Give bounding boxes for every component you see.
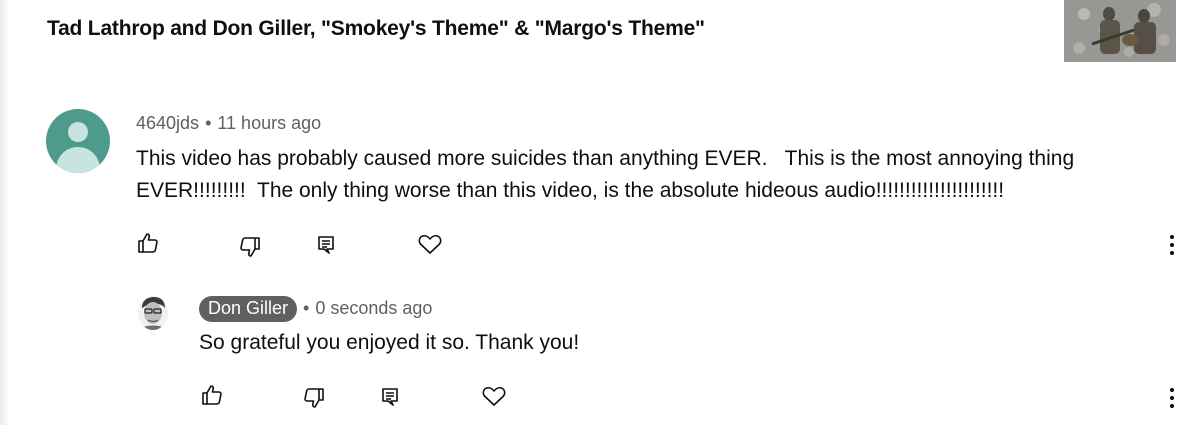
video-thumbnail[interactable] xyxy=(1064,0,1176,62)
reply-meta: Don Giller • 0 seconds ago xyxy=(199,296,432,322)
avatar-body-shape xyxy=(56,147,100,173)
video-header: Tad Lathrop and Don Giller, "Smokey's Th… xyxy=(0,0,1200,68)
dislike-button[interactable] xyxy=(236,233,264,261)
comment-timestamp[interactable]: 11 hours ago xyxy=(217,113,321,133)
more-vertical-icon-dot xyxy=(1170,235,1174,239)
thumbs-up-icon xyxy=(202,385,222,405)
meta-separator: • xyxy=(303,298,310,318)
heart-icon xyxy=(482,386,506,406)
reply-avatar[interactable] xyxy=(138,296,168,330)
more-vertical-icon-dot xyxy=(1170,396,1174,400)
thumbnail-image xyxy=(1064,0,1176,62)
reply-text: So grateful you enjoyed it so. Thank you… xyxy=(199,331,580,354)
reply-timestamp[interactable]: 0 seconds ago xyxy=(315,298,432,318)
comment-meta: 4640jds • 11 hours ago xyxy=(136,113,321,134)
more-vertical-icon-dot xyxy=(1170,251,1174,255)
commenter-avatar[interactable] xyxy=(46,109,110,173)
heart-icon xyxy=(418,234,442,254)
thumbs-up-icon xyxy=(138,233,158,253)
comment-author[interactable]: 4640jds xyxy=(136,113,199,133)
reply-button[interactable] xyxy=(312,231,340,259)
meta-separator: • xyxy=(205,113,212,133)
comment-text: This video has probably caused more suic… xyxy=(136,147,1080,202)
thumbs-down-icon xyxy=(240,237,260,257)
reply-author-chip[interactable]: Don Giller xyxy=(199,296,298,322)
comment-more-button[interactable] xyxy=(1164,231,1180,259)
like-button[interactable] xyxy=(134,229,162,257)
video-title[interactable]: Tad Lathrop and Don Giller, "Smokey's Th… xyxy=(47,17,705,41)
more-vertical-icon-dot xyxy=(1170,388,1174,392)
comment-thread: 4640jds • 11 hours ago This video has prob… xyxy=(0,109,1200,279)
reply-more-button[interactable] xyxy=(1164,384,1180,412)
thumbs-down-icon xyxy=(304,388,324,408)
reply-heart-button[interactable] xyxy=(480,382,508,410)
more-vertical-icon-dot xyxy=(1170,404,1174,408)
reply-dislike-button[interactable] xyxy=(300,384,328,412)
reply-avatar-photo xyxy=(138,296,168,330)
reply-comment: Don Giller • 0 seconds ago So grateful you… xyxy=(0,296,1200,421)
heart-button[interactable] xyxy=(416,230,444,258)
avatar-head-shape xyxy=(68,122,88,142)
reply-like-button[interactable] xyxy=(198,381,226,409)
reply-reply-button[interactable] xyxy=(376,383,404,411)
reply-icon xyxy=(318,236,334,254)
reply-icon xyxy=(382,388,398,406)
more-vertical-icon-dot xyxy=(1170,243,1174,247)
